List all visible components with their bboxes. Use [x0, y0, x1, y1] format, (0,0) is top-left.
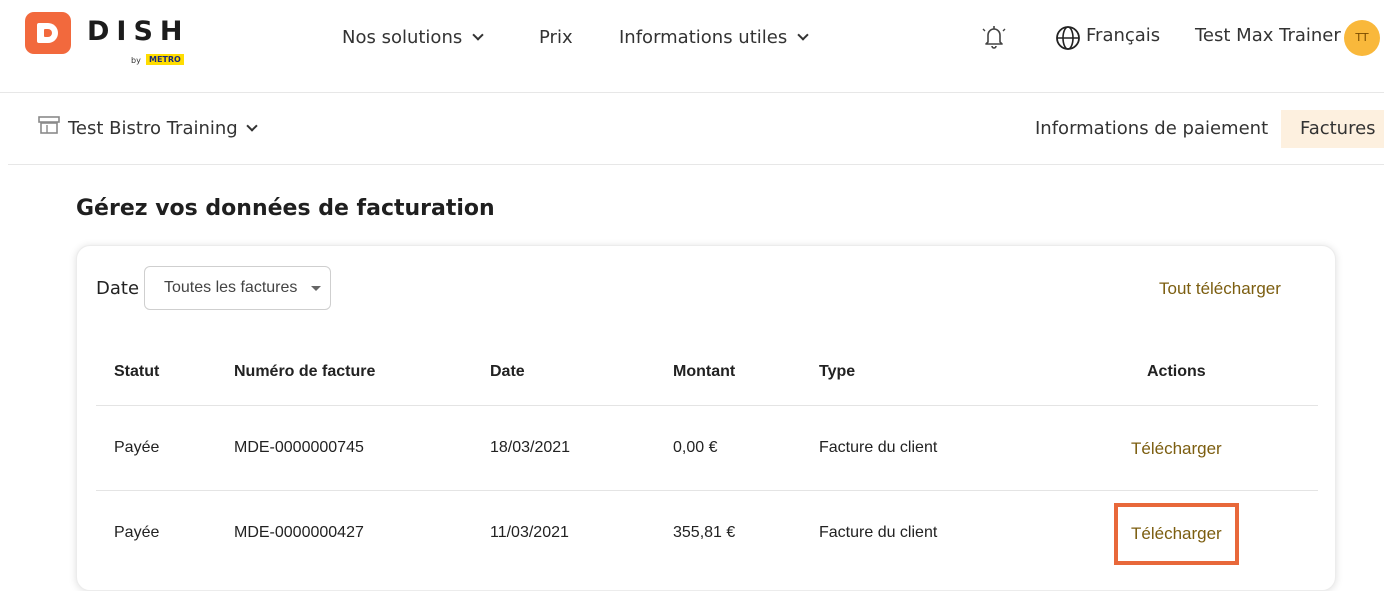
nav-solutions-label: Nos solutions — [342, 26, 463, 48]
table-divider — [96, 490, 1318, 491]
nav-pricing-label: Prix — [539, 26, 573, 48]
dish-logo[interactable]: DISH by METRO — [25, 12, 195, 68]
brand-by: by — [131, 56, 141, 65]
download-button[interactable]: Télécharger — [1131, 439, 1222, 459]
brand-name: DISH — [87, 16, 190, 47]
cell-date: 18/03/2021 — [490, 439, 571, 456]
chevron-down-icon — [246, 120, 258, 132]
cell-invoice-number: MDE-0000000745 — [234, 439, 364, 456]
store-bar: Test Bistro Training Informations de pai… — [8, 94, 1384, 165]
dish-logo-icon — [25, 12, 71, 54]
caret-down-icon — [311, 286, 321, 291]
globe-icon[interactable] — [1055, 25, 1081, 51]
cell-status: Payée — [114, 439, 160, 456]
store-icon — [38, 116, 60, 134]
tab-payment-info[interactable]: Informations de paiement — [1035, 118, 1268, 139]
header-date: Date — [490, 363, 525, 380]
date-filter-value: Toutes les factures — [164, 279, 298, 296]
store-selector[interactable]: Test Bistro Training — [68, 118, 258, 139]
nav-pricing[interactable]: Prix — [539, 25, 573, 49]
nav-solutions[interactable]: Nos solutions — [342, 25, 484, 49]
chevron-down-icon — [797, 28, 809, 41]
date-filter-select[interactable]: Toutes les factures — [144, 266, 331, 310]
download-all-button[interactable]: Tout télécharger — [1159, 279, 1281, 299]
date-filter-label: Date — [96, 278, 140, 299]
invoices-card: Date Toutes les factures Tout télécharge… — [76, 245, 1336, 591]
highlight-box — [1114, 503, 1239, 565]
language-selector[interactable]: Français — [1086, 25, 1160, 46]
metro-logo: METRO — [146, 54, 184, 65]
chevron-down-icon — [472, 28, 484, 41]
top-navbar: DISH by METRO Nos solutions Prix Informa… — [0, 0, 1384, 93]
header-type: Type — [819, 363, 856, 380]
store-name-label: Test Bistro Training — [68, 118, 238, 139]
cell-type: Facture du client — [819, 524, 938, 541]
cell-status: Payée — [114, 524, 160, 541]
cell-type: Facture du client — [819, 439, 938, 456]
cell-date: 11/03/2021 — [490, 524, 569, 541]
cell-amount: 355,81 € — [673, 524, 736, 541]
user-name[interactable]: Test Max Trainer — [1195, 25, 1341, 46]
bell-icon[interactable] — [982, 24, 1006, 50]
avatar[interactable]: TT — [1344, 20, 1380, 56]
nav-info[interactable]: Informations utiles — [619, 25, 809, 49]
header-status: Statut — [114, 363, 160, 380]
header-amount: Montant — [673, 363, 736, 380]
nav-info-label: Informations utiles — [619, 26, 788, 48]
cell-amount: 0,00 € — [673, 439, 718, 456]
header-invoice-number: Numéro de facture — [234, 363, 376, 380]
cell-invoice-number: MDE-0000000427 — [234, 524, 364, 541]
table-divider — [96, 405, 1318, 406]
header-actions: Actions — [1147, 363, 1206, 380]
tab-invoices[interactable]: Factures — [1281, 110, 1384, 148]
page-title: Gérez vos données de facturation — [76, 196, 495, 221]
